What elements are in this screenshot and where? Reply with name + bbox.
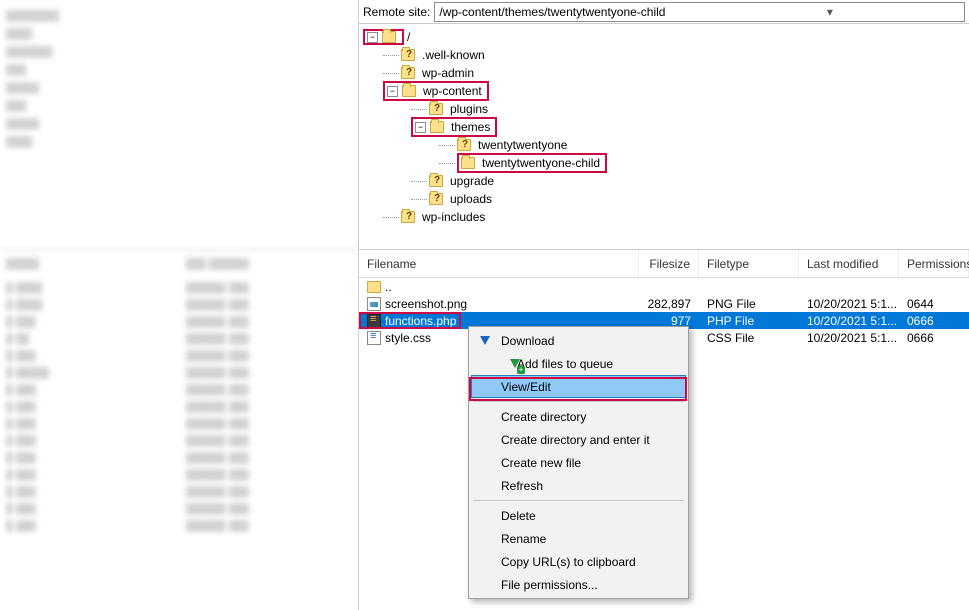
ctx-create-new-file[interactable]: Create new file xyxy=(471,451,686,474)
tree-item[interactable]: upgrade xyxy=(447,173,497,189)
ctx-delete[interactable]: Delete xyxy=(471,504,686,527)
tree-item[interactable]: twentytwentyone xyxy=(475,137,570,153)
folder-icon xyxy=(402,85,416,97)
download-icon xyxy=(477,333,493,349)
add-queue-icon: + xyxy=(507,356,523,372)
png-file-icon xyxy=(367,297,381,311)
folder-icon xyxy=(461,157,475,169)
ctx-download[interactable]: Download xyxy=(471,329,686,352)
tree-expander[interactable]: − xyxy=(387,86,398,97)
folder-up-icon xyxy=(367,281,381,293)
ctx-refresh[interactable]: Refresh xyxy=(471,474,686,497)
tree-expander[interactable]: − xyxy=(415,122,426,133)
column-filename[interactable]: Filename xyxy=(359,250,639,277)
remote-tree[interactable]: − / .well-known wp-admin − wp-content plug… xyxy=(359,24,969,250)
ctx-copy-url[interactable]: Copy URL(s) to clipboard xyxy=(471,550,686,573)
folder-icon xyxy=(401,49,415,61)
local-tree-blurred: ▯▯▯▯▯▯▯▯▯▯▯▯▯▯▯▯▯▯▯▯▯▯▯▯▯▯▯▯▯▯▯▯▯▯▯▯▯▯▯ xyxy=(0,0,358,250)
tree-root[interactable]: / xyxy=(404,29,413,45)
remote-path-value: /wp-content/themes/twentytwentyone-child xyxy=(439,5,699,19)
css-file-icon xyxy=(367,331,381,345)
ctx-create-directory[interactable]: Create directory xyxy=(471,405,686,428)
tree-item[interactable]: wp-includes xyxy=(419,209,488,225)
ctx-create-directory-enter[interactable]: Create directory and enter it xyxy=(471,428,686,451)
ctx-file-permissions[interactable]: File permissions... xyxy=(471,573,686,596)
menu-separator xyxy=(473,500,684,501)
chevron-down-icon[interactable]: ▾ xyxy=(700,5,960,19)
file-list-header: Filename Filesize Filetype Last modified… xyxy=(359,250,969,278)
folder-icon xyxy=(457,139,471,151)
tree-item[interactable]: themes xyxy=(448,119,493,135)
folder-icon xyxy=(429,175,443,187)
remote-site-label: Remote site: xyxy=(363,5,430,19)
ctx-rename[interactable]: Rename xyxy=(471,527,686,550)
folder-icon xyxy=(429,103,443,115)
remote-path-combo[interactable]: /wp-content/themes/twentytwentyone-child… xyxy=(434,2,965,22)
folder-icon xyxy=(430,121,444,133)
context-menu: Download + Add files to queue View/Edit … xyxy=(468,326,689,599)
folder-icon xyxy=(429,193,443,205)
tree-item-selected[interactable]: twentytwentyone-child xyxy=(479,155,603,171)
menu-separator xyxy=(473,401,684,402)
tree-item[interactable]: wp-content xyxy=(420,83,485,99)
php-file-icon xyxy=(367,314,381,328)
local-pane: ▯▯▯▯▯▯▯▯▯▯▯▯▯▯▯▯▯▯▯▯▯▯▯▯▯▯▯▯▯▯▯▯▯▯▯▯▯▯▯ … xyxy=(0,0,359,610)
ctx-view-edit[interactable]: View/Edit xyxy=(471,375,686,398)
local-list-blurred: ▯▯▯▯▯▯▯▯ ▯▯▯▯▯▯ ▯ ▯▯▯▯▯▯▯▯▯▯ ▯▯▯ ▯ ▯▯▯▯▯… xyxy=(0,250,358,610)
tree-item[interactable]: .well-known xyxy=(419,47,488,63)
file-row-updir[interactable]: .. xyxy=(359,278,969,295)
folder-icon xyxy=(382,31,396,43)
folder-icon xyxy=(401,67,415,79)
column-permissions[interactable]: Permissions xyxy=(899,250,969,277)
remote-site-bar: Remote site: /wp-content/themes/twentytw… xyxy=(359,0,969,24)
ctx-add-to-queue[interactable]: + Add files to queue xyxy=(471,352,686,375)
tree-expander[interactable]: − xyxy=(367,32,378,43)
tree-item[interactable]: uploads xyxy=(447,191,495,207)
column-filesize[interactable]: Filesize xyxy=(639,250,699,277)
tree-item[interactable]: plugins xyxy=(447,101,491,117)
file-row[interactable]: screenshot.png 282,897 PNG File 10/20/20… xyxy=(359,295,969,312)
column-filetype[interactable]: Filetype xyxy=(699,250,799,277)
tree-item[interactable]: wp-admin xyxy=(419,65,477,81)
folder-icon xyxy=(401,211,415,223)
column-last-modified[interactable]: Last modified xyxy=(799,250,899,277)
